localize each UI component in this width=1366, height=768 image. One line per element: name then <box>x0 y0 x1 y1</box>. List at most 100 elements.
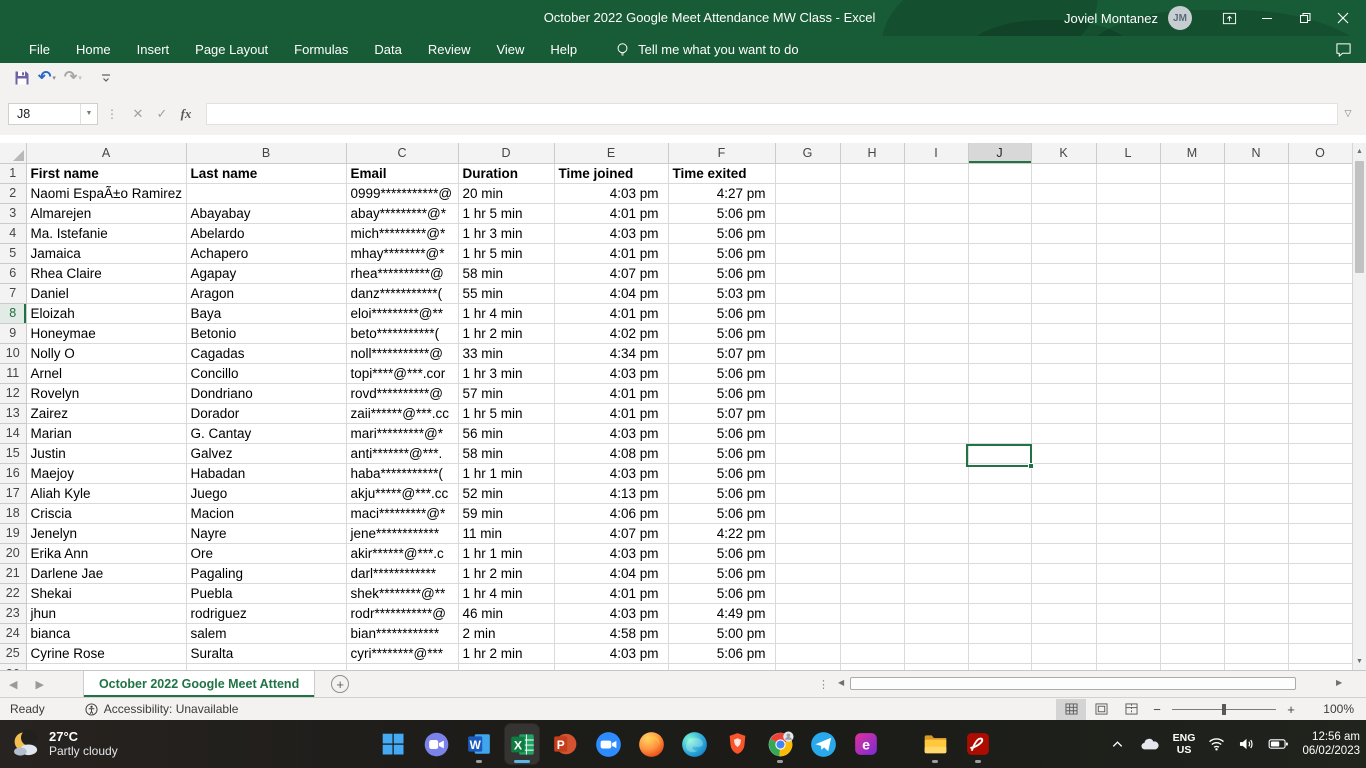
cell[interactable]: salem <box>186 623 346 643</box>
cell[interactable] <box>840 223 904 243</box>
cell[interactable] <box>840 443 904 463</box>
cell[interactable]: Shekai <box>26 583 186 603</box>
zoom-slider[interactable] <box>1172 709 1276 710</box>
cell[interactable] <box>1224 423 1288 443</box>
cell[interactable]: 4:13 pm <box>554 483 668 503</box>
cell[interactable] <box>840 463 904 483</box>
horizontal-scrollbar[interactable] <box>850 677 1330 690</box>
cell[interactable]: 33 min <box>458 343 554 363</box>
cell[interactable] <box>1160 283 1224 303</box>
cell[interactable] <box>1160 423 1224 443</box>
selected-cell-J8[interactable] <box>966 444 1032 467</box>
cell[interactable]: rodriguez <box>186 603 346 623</box>
cell[interactable]: Galvez <box>186 443 346 463</box>
cell[interactable] <box>1224 243 1288 263</box>
cell[interactable] <box>840 623 904 643</box>
cell[interactable] <box>1224 223 1288 243</box>
cell[interactable] <box>904 183 968 203</box>
cell[interactable]: mhay********@* <box>346 243 458 263</box>
cell[interactable] <box>904 383 968 403</box>
cell[interactable] <box>1288 403 1352 423</box>
cell[interactable]: Rovelyn <box>26 383 186 403</box>
cell[interactable]: 1 hr 5 min <box>458 203 554 223</box>
cell[interactable] <box>904 243 968 263</box>
cell[interactable]: Time exited <box>668 163 775 183</box>
cell[interactable] <box>1031 263 1096 283</box>
cell[interactable]: zaii******@***.cc <box>346 403 458 423</box>
cell[interactable]: 5:06 pm <box>668 383 775 403</box>
cell[interactable] <box>840 263 904 283</box>
column-header-F[interactable]: F <box>668 143 775 163</box>
row-header[interactable]: 8 <box>0 303 26 323</box>
language-indicator[interactable]: ENG US <box>1173 732 1196 756</box>
cell[interactable]: 56 min <box>458 423 554 443</box>
cell[interactable] <box>1096 503 1160 523</box>
cell[interactable]: 5:07 pm <box>668 343 775 363</box>
cell[interactable]: Aragon <box>186 283 346 303</box>
cell[interactable]: mich*********@* <box>346 223 458 243</box>
taskbar-start-icon[interactable] <box>376 724 410 764</box>
formula-input[interactable] <box>206 103 1338 125</box>
page-break-preview-button[interactable] <box>1116 699 1146 720</box>
cell[interactable] <box>1224 303 1288 323</box>
cell[interactable]: darl************ <box>346 563 458 583</box>
normal-view-button[interactable] <box>1056 699 1086 720</box>
cell[interactable]: 4:01 pm <box>554 243 668 263</box>
cell[interactable] <box>904 283 968 303</box>
cell[interactable] <box>775 443 840 463</box>
row-header[interactable]: 26 <box>0 663 26 670</box>
cell[interactable] <box>968 343 1031 363</box>
cell[interactable] <box>840 403 904 423</box>
row-header[interactable]: 15 <box>0 443 26 463</box>
cell[interactable]: Concillo <box>186 363 346 383</box>
cell[interactable] <box>1288 423 1352 443</box>
close-button[interactable] <box>1324 0 1362 36</box>
vertical-scrollbar[interactable]: ▲ ▼ <box>1352 143 1366 670</box>
cell[interactable]: 1 hr 2 min <box>458 323 554 343</box>
cell[interactable] <box>904 303 968 323</box>
cell[interactable] <box>968 623 1031 643</box>
row-header[interactable]: 1 <box>0 163 26 183</box>
cell[interactable] <box>1096 323 1160 343</box>
row-header[interactable]: 6 <box>0 263 26 283</box>
cell[interactable] <box>775 363 840 383</box>
cell[interactable]: 11 min <box>458 523 554 543</box>
cell[interactable] <box>1224 343 1288 363</box>
cell[interactable] <box>186 183 346 203</box>
cell[interactable] <box>1160 363 1224 383</box>
cell[interactable] <box>1160 663 1224 670</box>
cell[interactable]: 4:07 pm <box>554 523 668 543</box>
cell[interactable]: 5:06 pm <box>668 483 775 503</box>
taskbar-teams-chat-icon[interactable] <box>419 724 453 764</box>
cell[interactable] <box>1288 363 1352 383</box>
cell[interactable]: G. Cantay <box>186 423 346 443</box>
cell[interactable] <box>968 363 1031 383</box>
cell[interactable]: 4:58 pm <box>554 623 668 643</box>
undo-button[interactable]: ↶▾ <box>34 66 60 90</box>
cell[interactable]: Jenelyn <box>26 523 186 543</box>
cell[interactable]: 1 hr 4 min <box>458 303 554 323</box>
cell[interactable] <box>1096 443 1160 463</box>
wifi-icon[interactable] <box>1208 737 1225 751</box>
cell[interactable] <box>1096 423 1160 443</box>
cell[interactable] <box>1031 463 1096 483</box>
cell[interactable] <box>840 243 904 263</box>
cell[interactable] <box>1031 523 1096 543</box>
cell[interactable]: 5:00 pm <box>668 623 775 643</box>
cell[interactable] <box>1160 303 1224 323</box>
cell[interactable] <box>1224 263 1288 283</box>
cell[interactable] <box>1031 283 1096 303</box>
cell[interactable] <box>840 543 904 563</box>
cell[interactable] <box>840 363 904 383</box>
cell[interactable]: 58 min <box>458 443 554 463</box>
menu-tab-view[interactable]: View <box>483 36 537 63</box>
cell[interactable] <box>1160 563 1224 583</box>
cell[interactable] <box>1160 523 1224 543</box>
hscroll-left-icon[interactable]: ◀ <box>838 678 844 687</box>
cell[interactable]: 4:03 pm <box>554 603 668 623</box>
cell[interactable]: danz***********( <box>346 283 458 303</box>
cell[interactable]: Achapero <box>186 243 346 263</box>
cell[interactable] <box>1096 183 1160 203</box>
cell[interactable] <box>840 163 904 183</box>
cell[interactable]: Abayabay <box>186 203 346 223</box>
